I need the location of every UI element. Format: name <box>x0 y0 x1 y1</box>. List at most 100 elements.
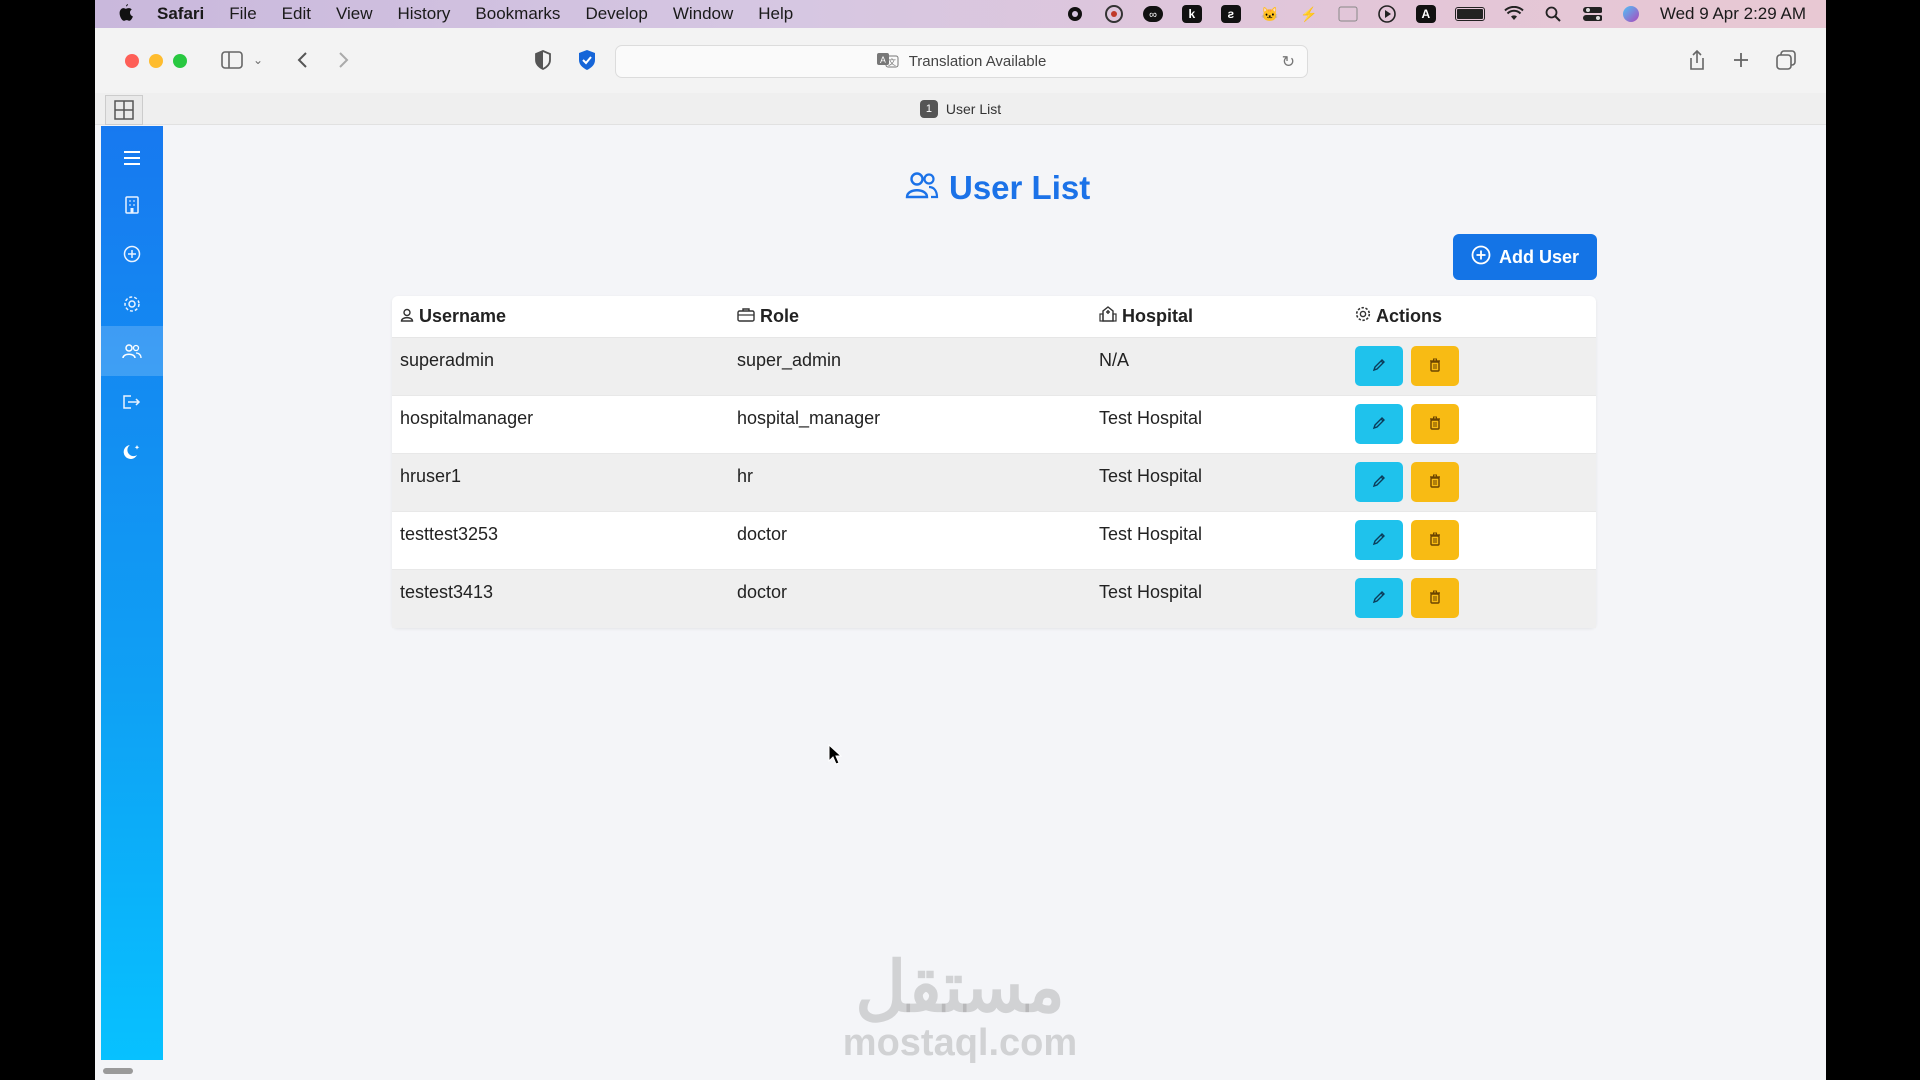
hospital-cell: Test Hospital <box>1099 582 1203 602</box>
siri-icon[interactable] <box>1621 5 1641 23</box>
reload-icon[interactable]: ↻ <box>1282 52 1295 72</box>
menu-file[interactable]: File <box>229 4 256 24</box>
edit-button[interactable] <box>1355 404 1403 444</box>
forward-icon[interactable] <box>335 48 353 72</box>
table-row: testest3413 doctor Test Hospital <box>392 570 1596 628</box>
browser-toolbar: ⌄ A文 Translation Available ↻ <box>95 28 1826 93</box>
record-icon[interactable] <box>1065 5 1085 23</box>
delete-button[interactable] <box>1411 520 1459 560</box>
wifi-icon[interactable] <box>1504 5 1524 23</box>
pencil-icon <box>1372 474 1386 491</box>
edit-button[interactable] <box>1355 520 1403 560</box>
share-icon[interactable] <box>1687 48 1707 72</box>
user-table: Username Role Hospital Actions superadmi… <box>392 296 1596 628</box>
delete-button[interactable] <box>1411 404 1459 444</box>
search-icon[interactable] <box>1543 5 1563 23</box>
trash-icon <box>1429 590 1441 607</box>
sidebar-menu-icon[interactable] <box>101 134 163 182</box>
watermark-arabic: مستقل <box>855 948 1065 1026</box>
infinity-icon[interactable]: ∞ <box>1142 5 1163 23</box>
sidebar-settings-icon[interactable] <box>101 280 163 328</box>
add-user-button[interactable]: Add User <box>1453 234 1597 280</box>
role-cell: doctor <box>737 524 788 544</box>
page-title-text: User List <box>949 169 1091 206</box>
cat-icon[interactable]: 🐱 <box>1260 5 1280 23</box>
table-body: superadmin super_admin N/A hospitalmanager h… <box>392 338 1596 628</box>
extension-shield-icon[interactable] <box>576 48 598 72</box>
menu-develop[interactable]: Develop <box>585 4 647 24</box>
edit-button[interactable] <box>1355 462 1403 502</box>
actions-cell <box>1347 396 1596 453</box>
menu-history[interactable]: History <box>398 4 451 24</box>
tab-title[interactable]: User List <box>946 101 1001 117</box>
sidebar-logout-icon[interactable] <box>101 378 163 426</box>
grammarly-icon[interactable] <box>1104 5 1124 23</box>
role-cell: hr <box>737 466 754 486</box>
trash-icon <box>1429 532 1441 549</box>
tab-favicon: 1 <box>919 99 938 118</box>
minimize-window-button[interactable] <box>149 53 163 68</box>
menu-help[interactable]: Help <box>758 4 793 24</box>
zoom-window-button[interactable] <box>173 53 187 68</box>
menu-edit[interactable]: Edit <box>282 4 311 24</box>
page-title: User List <box>905 169 1090 207</box>
window-icon[interactable] <box>1338 5 1358 23</box>
menu-window[interactable]: Window <box>673 4 733 24</box>
table-row: superadmin super_admin N/A <box>392 338 1596 396</box>
menu-view[interactable]: View <box>336 4 373 24</box>
username-cell: testtest3253 <box>400 524 499 544</box>
pencil-icon <box>1372 532 1386 549</box>
delete-button[interactable] <box>1411 462 1459 502</box>
hospital-cell: N/A <box>1099 350 1130 370</box>
hospital-cell: Test Hospital <box>1099 524 1203 544</box>
back-icon[interactable] <box>293 48 311 72</box>
close-window-button[interactable] <box>125 53 139 68</box>
privacy-shield-icon[interactable] <box>533 48 553 72</box>
actions-cell <box>1347 454 1596 511</box>
pencil-icon <box>1372 590 1386 607</box>
username-cell: hruser1 <box>400 466 462 486</box>
bolt-icon[interactable]: ⚡ <box>1299 5 1319 23</box>
pencil-icon <box>1372 416 1386 433</box>
battery-icon[interactable] <box>1454 7 1485 21</box>
translate-icon[interactable]: A文 <box>876 52 899 71</box>
user-icon <box>400 306 414 327</box>
hospital-cell: Test Hospital <box>1099 466 1203 486</box>
svg-text:A: A <box>880 55 886 65</box>
sidebar-users-icon[interactable] <box>101 326 163 376</box>
menu-safari[interactable]: Safari <box>157 4 204 24</box>
add-user-label: Add User <box>1498 246 1579 267</box>
address-bar[interactable]: A文 Translation Available ↻ <box>615 45 1308 78</box>
edit-button[interactable] <box>1355 346 1403 386</box>
mouse-cursor-icon <box>828 743 843 771</box>
tab-overview-icon[interactable] <box>1775 48 1797 72</box>
stripe-icon[interactable]: ƨ <box>1220 5 1241 23</box>
actions-cell <box>1347 512 1596 569</box>
tab-groups-icon[interactable] <box>105 95 143 125</box>
svg-text:文: 文 <box>888 57 896 67</box>
delete-button[interactable] <box>1411 346 1459 386</box>
edit-button[interactable] <box>1355 578 1403 618</box>
sidebar-toggle-icon[interactable] <box>219 48 245 72</box>
play-icon[interactable] <box>1377 5 1397 23</box>
sidebar-add-circle-icon[interactable] <box>101 230 163 278</box>
clock[interactable]: Wed 9 Apr 2:29 AM <box>1660 4 1806 24</box>
control-center-icon[interactable] <box>1582 5 1602 23</box>
table-header: Username Role Hospital Actions <box>392 296 1596 338</box>
sidebar-moon-icon[interactable] <box>101 428 163 476</box>
delete-button[interactable] <box>1411 578 1459 618</box>
chevron-down-icon[interactable]: ⌄ <box>251 48 265 72</box>
keyboard-icon[interactable]: A <box>1415 5 1436 23</box>
watermark: مستقل mostaql.com <box>840 952 1080 1065</box>
sidebar-hospital-icon[interactable] <box>101 181 163 229</box>
menu-bookmarks[interactable]: Bookmarks <box>475 4 560 24</box>
macos-menubar: Safari File Edit View History Bookmarks … <box>95 0 1826 28</box>
new-tab-icon[interactable] <box>1731 48 1751 72</box>
column-hospital: Hospital <box>1091 306 1347 327</box>
column-username: Username <box>392 306 729 327</box>
apple-icon[interactable] <box>117 3 137 26</box>
briefcase-icon <box>737 306 755 327</box>
horizontal-scrollbar[interactable] <box>103 1068 133 1074</box>
k-icon[interactable]: k <box>1181 5 1202 23</box>
role-cell: super_admin <box>737 350 842 370</box>
